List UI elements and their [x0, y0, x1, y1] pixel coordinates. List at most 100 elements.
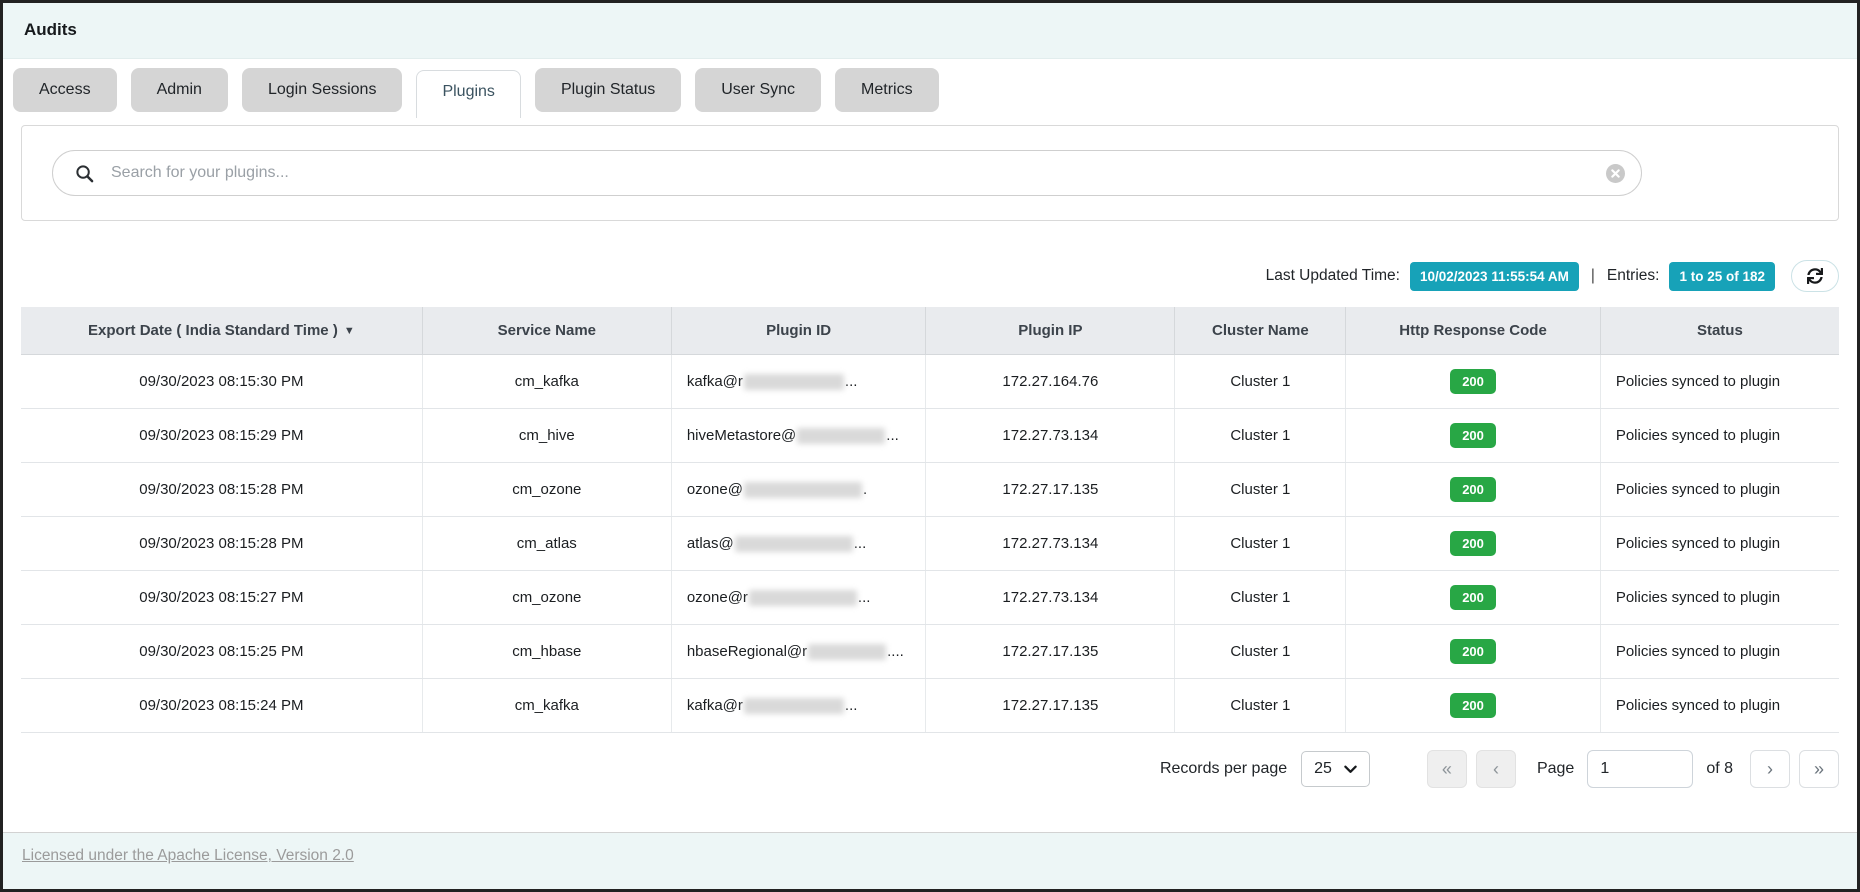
cell-cluster-name: Cluster 1	[1175, 679, 1346, 732]
cell-http-response-code: 200	[1346, 355, 1601, 408]
page-count-label: of 8	[1706, 760, 1733, 778]
table-row: 09/30/2023 08:15:30 PM cm_kafka kafka@r.…	[21, 354, 1839, 409]
page-label: Page	[1537, 760, 1574, 778]
meta-separator: |	[1591, 267, 1595, 285]
cell-export-date: 09/30/2023 08:15:29 PM	[21, 409, 423, 462]
plugin-id-suffix: ...	[845, 697, 858, 714]
cell-http-response-code: 200	[1346, 571, 1601, 624]
redacted-text	[797, 428, 885, 444]
apache-license-link[interactable]: Licensed under the Apache License, Versi…	[22, 847, 354, 864]
column-header-status: Status	[1601, 307, 1839, 354]
plugins-audit-table: Export Date ( India Standard Time )▼Serv…	[21, 307, 1839, 733]
tab-admin[interactable]: Admin	[131, 68, 228, 112]
plugin-id-suffix: .	[863, 481, 867, 498]
cell-plugin-id: hiveMetastore@...	[672, 409, 927, 462]
pagination-bar: Records per page 25 « ‹ Page of 8 › »	[21, 750, 1839, 788]
column-header-cluster-name: Cluster Name	[1175, 307, 1346, 354]
cell-export-date: 09/30/2023 08:15:27 PM	[21, 571, 423, 624]
plugin-id-prefix: ozone@	[687, 481, 743, 498]
page-header: Audits	[3, 3, 1857, 59]
search-input[interactable]	[111, 164, 1589, 182]
cell-status: Policies synced to plugin	[1601, 571, 1839, 624]
plugin-id-suffix: ...	[845, 373, 858, 390]
cell-status: Policies synced to plugin	[1601, 625, 1839, 678]
page-number-input[interactable]	[1587, 750, 1693, 788]
plugin-id-prefix: hbaseRegional@r	[687, 643, 807, 660]
redacted-text	[744, 374, 844, 390]
tab-user-sync[interactable]: User Sync	[695, 68, 821, 112]
tab-plugin-status[interactable]: Plugin Status	[535, 68, 681, 112]
cell-http-response-code: 200	[1346, 409, 1601, 462]
redacted-text	[744, 482, 862, 498]
table-header: Export Date ( India Standard Time )▼Serv…	[21, 307, 1839, 354]
column-header-export-date-india-standard-time[interactable]: Export Date ( India Standard Time )▼	[21, 307, 423, 354]
search-box[interactable]	[52, 150, 1642, 196]
records-per-page-label: Records per page	[1160, 760, 1287, 778]
table-row: 09/30/2023 08:15:28 PM cm_ozone ozone@. …	[21, 463, 1839, 517]
cell-http-response-code: 200	[1346, 517, 1601, 570]
tab-login-sessions[interactable]: Login Sessions	[242, 68, 403, 112]
cell-export-date: 09/30/2023 08:15:28 PM	[21, 517, 423, 570]
cell-service-name: cm_atlas	[423, 517, 672, 570]
tab-metrics[interactable]: Metrics	[835, 68, 939, 112]
cell-status: Policies synced to plugin	[1601, 409, 1839, 462]
redacted-text	[749, 590, 857, 606]
table-body: 09/30/2023 08:15:30 PM cm_kafka kafka@r.…	[21, 354, 1839, 733]
cell-service-name: cm_ozone	[423, 571, 672, 624]
cell-export-date: 09/30/2023 08:15:24 PM	[21, 679, 423, 732]
table-row: 09/30/2023 08:15:25 PM cm_hbase hbaseReg…	[21, 625, 1839, 679]
cell-plugin-ip: 172.27.73.134	[926, 409, 1175, 462]
tab-access[interactable]: Access	[13, 68, 117, 112]
cell-cluster-name: Cluster 1	[1175, 571, 1346, 624]
entries-badge: 1 to 25 of 182	[1669, 262, 1775, 291]
cell-status: Policies synced to plugin	[1601, 355, 1839, 408]
http-code-badge: 200	[1450, 369, 1496, 394]
cell-http-response-code: 200	[1346, 463, 1601, 516]
cell-plugin-ip: 172.27.17.135	[926, 463, 1175, 516]
http-code-badge: 200	[1450, 693, 1496, 718]
cell-service-name: cm_hbase	[423, 625, 672, 678]
tab-plugins[interactable]: Plugins	[416, 70, 520, 118]
audits-page: Audits Access Admin Login Sessions Plugins P…	[0, 0, 1860, 892]
cell-plugin-ip: 172.27.17.135	[926, 625, 1175, 678]
records-per-page-value: 25	[1314, 760, 1332, 778]
plugin-id-prefix: atlas@	[687, 535, 734, 552]
entries-label: Entries:	[1607, 267, 1660, 285]
first-page-button[interactable]: «	[1427, 750, 1467, 788]
cell-service-name: cm_hive	[423, 409, 672, 462]
cell-service-name: cm_kafka	[423, 679, 672, 732]
column-header-service-name: Service Name	[423, 307, 672, 354]
cell-http-response-code: 200	[1346, 679, 1601, 732]
cell-cluster-name: Cluster 1	[1175, 517, 1346, 570]
cell-plugin-id: kafka@r...	[672, 679, 927, 732]
cell-cluster-name: Cluster 1	[1175, 355, 1346, 408]
table-row: 09/30/2023 08:15:29 PM cm_hive hiveMetas…	[21, 409, 1839, 463]
column-header-http-response-code: Http Response Code	[1346, 307, 1601, 354]
sort-descending-icon: ▼	[344, 325, 355, 337]
plugin-id-prefix: kafka@r	[687, 697, 743, 714]
previous-page-button[interactable]: ‹	[1476, 750, 1516, 788]
plugin-id-prefix: kafka@r	[687, 373, 743, 390]
search-icon	[75, 164, 94, 183]
cell-plugin-id: atlas@...	[672, 517, 927, 570]
cell-service-name: cm_kafka	[423, 355, 672, 408]
plugin-id-suffix: ...	[854, 535, 867, 552]
last-updated-badge: 10/02/2023 11:55:54 AM	[1410, 262, 1579, 291]
cell-status: Policies synced to plugin	[1601, 679, 1839, 732]
http-code-badge: 200	[1450, 585, 1496, 610]
http-code-badge: 200	[1450, 639, 1496, 664]
cell-service-name: cm_ozone	[423, 463, 672, 516]
cell-http-response-code: 200	[1346, 625, 1601, 678]
clear-search-icon[interactable]	[1606, 164, 1625, 183]
plugin-id-suffix: ...	[886, 427, 899, 444]
audit-tabs: AccessAdminLogin SessionsPluginsPlugin S…	[3, 59, 1857, 112]
cell-plugin-ip: 172.27.164.76	[926, 355, 1175, 408]
redacted-text	[808, 644, 886, 660]
refresh-button[interactable]	[1791, 260, 1839, 292]
cell-status: Policies synced to plugin	[1601, 517, 1839, 570]
search-panel	[21, 125, 1839, 221]
last-page-button[interactable]: »	[1799, 750, 1839, 788]
last-updated-label: Last Updated Time:	[1266, 267, 1400, 285]
next-page-button[interactable]: ›	[1750, 750, 1790, 788]
records-per-page-select[interactable]: 25	[1301, 751, 1370, 787]
